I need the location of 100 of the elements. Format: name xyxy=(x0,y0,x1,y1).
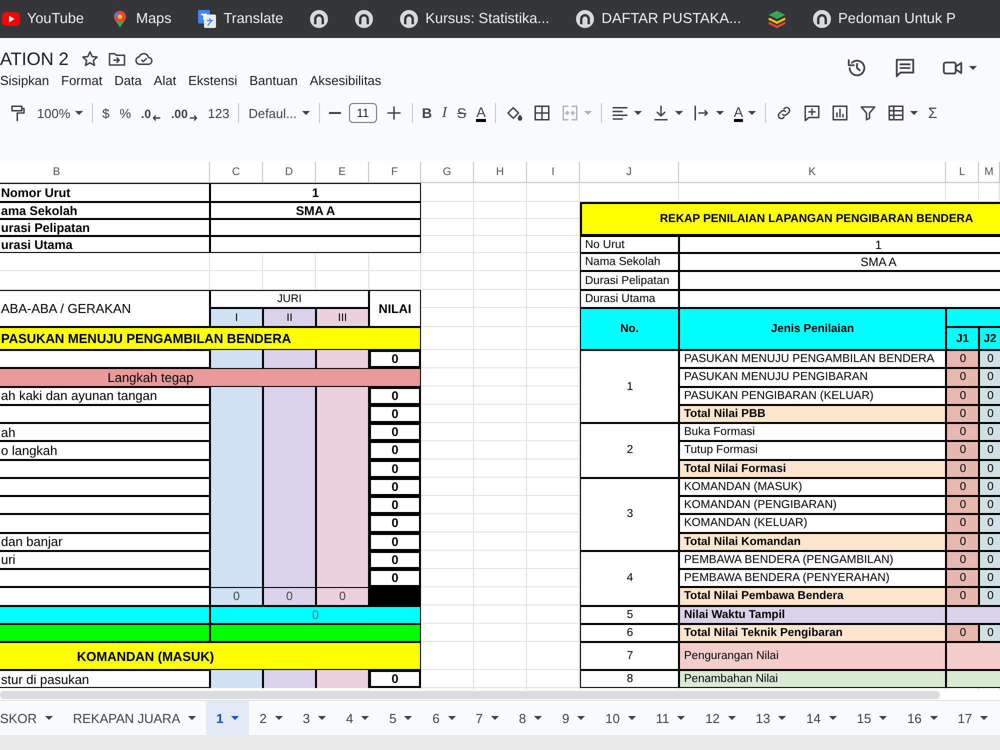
scrollbar[interactable] xyxy=(0,691,940,699)
column-header[interactable]: J xyxy=(580,162,679,183)
font-size-field[interactable]: 11 xyxy=(348,103,377,123)
field-value: 1 xyxy=(210,183,421,202)
menu-item[interactable]: Aksesibilitas xyxy=(310,72,382,88)
functions-button[interactable]: Σ xyxy=(923,100,942,126)
sheet-tab[interactable]: 5 xyxy=(379,701,422,735)
sheet-tab[interactable]: 11 xyxy=(646,701,696,735)
bookmark-link[interactable]: Maps xyxy=(110,10,172,28)
judge-total-cell: 0 xyxy=(263,587,316,606)
menu-item[interactable]: Ekstensi xyxy=(188,72,238,88)
group-number-cell: 5 xyxy=(580,606,679,624)
sheet-tab[interactable]: 10 xyxy=(595,701,646,735)
caret-icon xyxy=(534,716,542,720)
column-header[interactable]: L xyxy=(946,162,979,183)
sheet-tab[interactable]: 8 xyxy=(508,701,552,735)
document-title[interactable]: ATION 2 xyxy=(0,48,69,70)
bookmark-link[interactable] xyxy=(355,10,374,28)
borders-icon xyxy=(532,104,551,122)
sheet-tab[interactable]: 3 xyxy=(292,701,336,735)
field-label: ama Sekolah xyxy=(0,202,210,219)
judge-score-cell: 0 xyxy=(979,624,1000,642)
section-header: PASUKAN MENUJU PENGAMBILAN BENDERA xyxy=(0,327,421,350)
sheet-tab[interactable]: 13 xyxy=(746,701,796,735)
menu-item[interactable]: Format xyxy=(61,72,102,88)
bookmark-link[interactable] xyxy=(768,10,786,28)
column-header[interactable]: M xyxy=(979,162,1000,183)
blocked-cell xyxy=(369,587,421,606)
sheet-tab[interactable]: 7 xyxy=(466,701,509,735)
average-cell: 0 xyxy=(210,606,421,624)
text-color-button[interactable]: A xyxy=(471,100,491,126)
sheet-tab[interactable]: 15 xyxy=(846,701,898,735)
menu-item[interactable]: Data xyxy=(114,72,142,88)
bold-button[interactable]: B xyxy=(416,100,437,126)
field-label: Durasi Pelipatan xyxy=(580,271,679,290)
sheet-tab[interactable]: REKAPAN JUARA xyxy=(62,701,206,735)
sheet-tab[interactable]: 17 xyxy=(948,701,998,735)
judge-score-cell: 0 xyxy=(946,368,979,386)
column-title: ABA-ABA / GERAKAN xyxy=(0,290,210,327)
column-header[interactable]: D xyxy=(263,162,316,183)
sheet-tab[interactable]: 12 xyxy=(695,701,746,735)
decrease-decimal-button[interactable]: .0 xyxy=(136,100,166,126)
judge-score-cell: 0 xyxy=(946,587,979,606)
header-cell xyxy=(946,308,1000,327)
bookmark-link[interactable]: Kursus: Statistika... xyxy=(400,10,550,28)
column-header[interactable]: I xyxy=(527,162,580,183)
judge-heading: I xyxy=(210,308,263,327)
sheet-tab[interactable]: 14 xyxy=(796,701,847,735)
column-header[interactable]: E xyxy=(316,162,369,183)
column-header[interactable]: F xyxy=(369,162,421,183)
column-header[interactable]: C xyxy=(210,162,263,183)
percent-button[interactable]: % xyxy=(114,100,136,126)
star-icon xyxy=(80,50,99,68)
caret-icon xyxy=(677,716,686,720)
judge-score-cell: 0 xyxy=(979,404,1000,423)
judge-score-cell: 0 xyxy=(979,496,1000,514)
caret-icon xyxy=(634,111,642,115)
column-header[interactable]: B xyxy=(0,162,210,183)
bookmark-link[interactable]: Pedoman Untuk P xyxy=(813,10,956,28)
minus-icon xyxy=(328,112,341,114)
menu-item[interactable]: Bantuan xyxy=(249,72,298,88)
group-number-cell: 3 xyxy=(580,478,679,551)
menu-item[interactable]: Sisipkan xyxy=(0,72,50,88)
sheet-tab[interactable]: 6 xyxy=(422,701,466,735)
comment-plus-icon xyxy=(803,104,822,122)
bookmark-link[interactable] xyxy=(310,10,328,28)
font-dropdown[interactable]: Defaul... xyxy=(243,100,315,126)
zoom-dropdown[interactable]: 100% xyxy=(32,100,88,126)
column-header[interactable]: G xyxy=(421,162,474,183)
italic-button[interactable]: I xyxy=(437,100,452,126)
judge-score-cell: 0 xyxy=(946,423,979,442)
category-cell: Total Nilai PBB xyxy=(679,404,946,423)
column-header[interactable]: K xyxy=(679,162,946,183)
caret-icon xyxy=(748,111,756,115)
translate-icon xyxy=(198,10,216,28)
judge-score-cell: 0 xyxy=(946,569,979,588)
sheet-tab[interactable]: 2 xyxy=(249,701,293,735)
number-format-button[interactable]: 123 xyxy=(202,100,234,126)
judge-score-cell: 0 xyxy=(979,441,1000,460)
sheet-tab[interactable]: 9 xyxy=(552,701,596,735)
sheet-tab[interactable]: 16 xyxy=(897,701,948,735)
column-header[interactable]: H xyxy=(474,162,527,183)
table-icon xyxy=(887,104,906,122)
bookmark-link[interactable]: YouTube xyxy=(2,10,84,28)
increase-decimal-button[interactable]: .00 xyxy=(166,100,203,126)
currency-button[interactable]: $ xyxy=(97,100,114,126)
judge-score-cell xyxy=(316,386,369,405)
sheet-tab[interactable]: 4 xyxy=(336,701,380,735)
bookmark-link[interactable]: DAFTAR PUSTAKA... xyxy=(576,10,742,28)
category-cell: Pengurangan Nilai xyxy=(679,642,946,670)
bookmark-link[interactable]: Translate xyxy=(198,10,284,28)
text-rotation-button[interactable]: A xyxy=(728,100,762,126)
wrap-icon xyxy=(692,104,711,122)
strikethrough-button[interactable]: S xyxy=(452,100,472,126)
sheet-tab[interactable]: 1 xyxy=(206,701,250,735)
score-area-cell xyxy=(946,670,1000,688)
category-cell: Total Nilai Komandan xyxy=(679,532,946,551)
menu-item[interactable]: Alat xyxy=(154,72,176,88)
caret-icon xyxy=(716,111,724,115)
sheet-tab[interactable]: SKOR xyxy=(0,701,63,735)
